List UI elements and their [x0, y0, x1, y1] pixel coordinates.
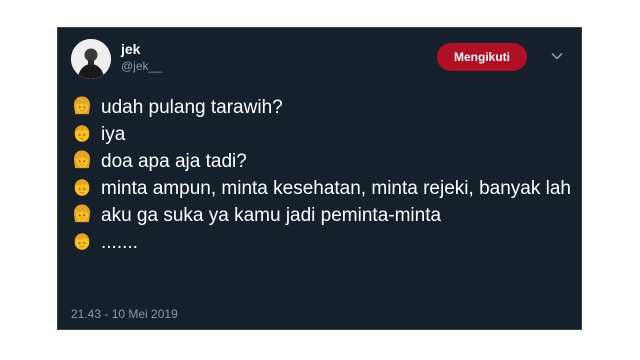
message-line: minta ampun, minta kesehatan, minta reje…	[71, 175, 573, 202]
woman-emoji-icon	[71, 149, 93, 171]
message-line: .......	[71, 229, 573, 256]
message-line: doa apa aja tadi?	[71, 148, 573, 175]
following-button[interactable]: Mengikuti	[437, 43, 527, 71]
user-display-name[interactable]: jek	[121, 41, 140, 57]
woman-emoji-icon	[71, 203, 93, 225]
message-line: aku ga suka ya kamu jadi peminta-minta	[71, 202, 573, 229]
message-text: udah pulang tarawih?	[101, 97, 283, 118]
message-line: iya	[71, 121, 573, 148]
user-handle[interactable]: @jek__	[121, 59, 162, 73]
chevron-down-icon[interactable]	[549, 48, 565, 64]
message-text: .......	[101, 232, 138, 253]
man-emoji-icon	[71, 230, 93, 252]
message-text: doa apa aja tadi?	[101, 151, 247, 172]
tweet-header: jek @jek__ Mengikuti	[71, 39, 581, 83]
message-text: aku ga suka ya kamu jadi peminta-minta	[101, 205, 442, 226]
tweet-timestamp[interactable]: 21.43 - 10 Mei 2019	[71, 307, 178, 321]
tweet-card: jek @jek__ Mengikuti udah pulang tarawih…	[57, 27, 582, 330]
man-emoji-icon	[71, 122, 93, 144]
message-text: iya	[101, 124, 126, 145]
man-emoji-icon	[71, 176, 93, 198]
tweet-text: udah pulang tarawih? iya doa apa aja tad…	[71, 94, 573, 256]
message-line: udah pulang tarawih?	[71, 94, 573, 121]
woman-emoji-icon	[71, 95, 93, 117]
avatar[interactable]	[71, 39, 111, 79]
avatar-image	[71, 39, 111, 79]
message-text: minta ampun, minta kesehatan, minta reje…	[101, 178, 571, 199]
